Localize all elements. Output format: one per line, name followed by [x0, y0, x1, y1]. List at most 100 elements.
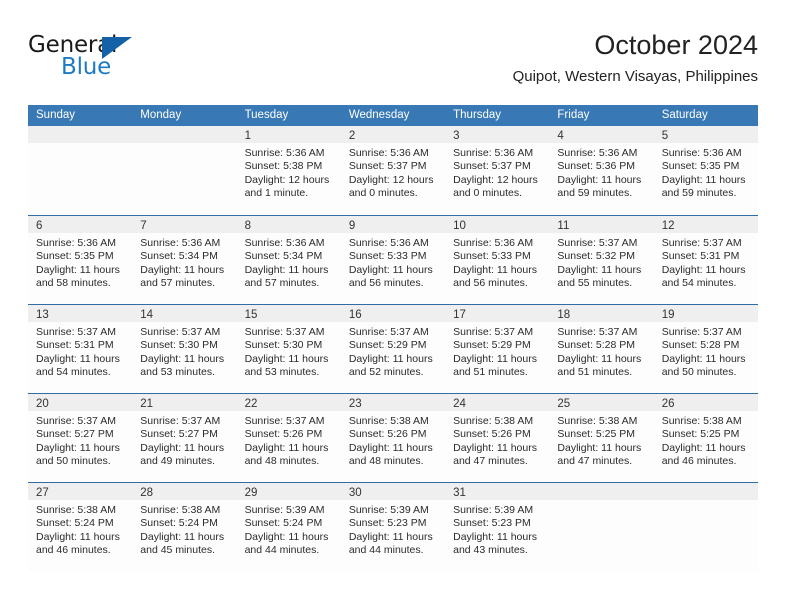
calendar-day-cell[interactable]: 8 Sunrise: 5:36 AM Sunset: 5:34 PM Daylight…	[236, 216, 341, 304]
brand-blue-text: Blue	[61, 54, 112, 80]
calendar-day-cell[interactable]: 29 Sunrise: 5:39 AM Sunset: 5:24 PM Dayligh…	[236, 483, 341, 571]
day-number: 30	[348, 487, 362, 499]
calendar-day-cell[interactable]: 21 Sunrise: 5:37 AM Sunset: 5:27 PM Dayligh…	[132, 394, 237, 482]
calendar-day-cell[interactable]: 18 Sunrise: 5:37 AM Sunset: 5:28 PM Dayligh…	[549, 305, 654, 393]
day-sun-info: Sunrise: 5:37 AM Sunset: 5:28 PM Daylight:…	[549, 322, 653, 380]
calendar-day-cell[interactable]: 30 Sunrise: 5:39 AM Sunset: 5:23 PM Dayligh…	[340, 483, 446, 571]
sunrise-text: Sunrise: 5:37 AM	[348, 326, 429, 338]
sunrise-text: Sunrise: 5:39 AM	[348, 504, 429, 516]
day-number-bar: 9	[340, 216, 446, 233]
calendar-day-cell[interactable]: 28 Sunrise: 5:38 AM Sunset: 5:24 PM Dayligh…	[132, 483, 237, 571]
day-sun-info: Sunrise: 5:38 AM Sunset: 5:25 PM Daylight:…	[654, 411, 758, 469]
sunset-text: Sunset: 5:34 PM	[244, 250, 323, 263]
daylight-text-line2: and 44 minutes.	[244, 544, 320, 557]
calendar-day-cell[interactable]: 22 Sunrise: 5:37 AM Sunset: 5:26 PM Dayligh…	[236, 394, 341, 482]
weekday-header-wednesday: Wednesday	[348, 109, 410, 121]
sunrise-text: Sunrise: 5:36 AM	[244, 147, 325, 159]
daylight-text-line2: and 49 minutes.	[140, 455, 215, 468]
day-number: 17	[453, 309, 466, 321]
day-number-bar: 24	[445, 394, 550, 411]
calendar-day-cell[interactable]: 12 Sunrise: 5:37 AM Sunset: 5:31 PM Dayligh…	[653, 216, 758, 304]
page-header: General Blue October 2024 Quipot, Wester…	[28, 28, 758, 98]
sunset-text: Sunset: 5:27 PM	[140, 428, 218, 441]
calendar-day-cell[interactable]: 19 Sunrise: 5:37 AM Sunset: 5:28 PM Dayligh…	[653, 305, 758, 393]
daylight-text-line1: Daylight: 11 hours	[140, 441, 225, 454]
calendar-day-cell[interactable]: 7 Sunrise: 5:36 AM Sunset: 5:34 PM Daylight…	[132, 216, 237, 304]
day-number-bar: 10	[445, 216, 550, 233]
calendar-day-cell[interactable]: 10 Sunrise: 5:36 AM Sunset: 5:33 PM Dayligh…	[445, 216, 550, 304]
day-number: 16	[348, 309, 362, 321]
sunrise-text: Sunrise: 5:37 AM	[661, 326, 742, 338]
daylight-text-line1: Daylight: 11 hours	[140, 530, 225, 543]
calendar-page: General Blue October 2024 Quipot, Wester…	[0, 0, 792, 612]
daylight-text-line2: and 54 minutes.	[661, 277, 737, 290]
sunrise-text: Sunrise: 5:37 AM	[244, 415, 325, 427]
daylight-text-line2: and 54 minutes.	[36, 366, 111, 379]
day-number-bar: 1	[236, 126, 341, 143]
daylight-text-line2: and 56 minutes.	[453, 277, 528, 290]
day-number: 8	[244, 220, 251, 232]
day-number-bar: 5	[653, 126, 758, 143]
daylight-text-line2: and 59 minutes.	[661, 187, 737, 200]
daylight-text-line1: Daylight: 11 hours	[557, 173, 642, 186]
calendar-day-cell[interactable]: 9 Sunrise: 5:36 AM Sunset: 5:33 PM Daylight…	[340, 216, 446, 304]
daylight-text-line1: Daylight: 11 hours	[661, 352, 746, 365]
day-sun-info: Sunrise: 5:37 AM Sunset: 5:29 PM Daylight:…	[341, 322, 445, 380]
general-blue-logo[interactable]: General Blue	[28, 32, 238, 88]
day-sun-info: Sunrise: 5:36 AM Sunset: 5:37 PM Daylight:…	[445, 143, 549, 201]
daylight-text-line1: Daylight: 11 hours	[244, 530, 329, 543]
day-number-bar: 8	[236, 216, 341, 233]
day-number-bar: 17	[445, 305, 550, 322]
calendar-day-cell[interactable]: 27 Sunrise: 5:38 AM Sunset: 5:24 PM Dayligh…	[28, 483, 133, 571]
day-number-bar: 29	[236, 483, 341, 500]
calendar-grid: Sunday Monday Tuesday Wednesday Thursday…	[28, 105, 758, 571]
day-number-bar: 3	[445, 126, 550, 143]
day-number: 6	[36, 220, 43, 232]
calendar-day-cell[interactable]: 26 Sunrise: 5:38 AM Sunset: 5:25 PM Dayligh…	[653, 394, 758, 482]
day-sun-info: Sunrise: 5:37 AM Sunset: 5:30 PM Daylight:…	[132, 322, 236, 380]
calendar-day-cell[interactable]: 15 Sunrise: 5:37 AM Sunset: 5:30 PM Dayligh…	[236, 305, 341, 393]
calendar-day-cell[interactable]: 11 Sunrise: 5:37 AM Sunset: 5:32 PM Dayligh…	[549, 216, 654, 304]
calendar-day-cell[interactable]: 2 Sunrise: 5:36 AM Sunset: 5:37 PM Daylight…	[340, 126, 446, 215]
calendar-day-cell[interactable]: 6 Sunrise: 5:36 AM Sunset: 5:35 PM Daylight…	[28, 216, 133, 304]
day-sun-info: Sunrise: 5:36 AM Sunset: 5:33 PM Daylight:…	[341, 233, 445, 291]
calendar-day-cell[interactable]: 4 Sunrise: 5:36 AM Sunset: 5:36 PM Daylight…	[549, 126, 654, 215]
calendar-day-cell[interactable]: 14 Sunrise: 5:37 AM Sunset: 5:30 PM Dayligh…	[132, 305, 237, 393]
calendar-day-cell-empty	[132, 126, 237, 215]
calendar-day-cell[interactable]: 1 Sunrise: 5:36 AM Sunset: 5:38 PM Daylight…	[236, 126, 341, 215]
day-sun-info: Sunrise: 5:36 AM Sunset: 5:34 PM Daylight:…	[132, 233, 236, 291]
calendar-day-cell[interactable]: 3 Sunrise: 5:36 AM Sunset: 5:37 PM Daylight…	[445, 126, 550, 215]
sunrise-text: Sunrise: 5:37 AM	[140, 326, 221, 338]
calendar-day-cell-empty	[549, 483, 654, 571]
day-sun-info: Sunrise: 5:36 AM Sunset: 5:37 PM Daylight:…	[341, 143, 445, 201]
sunset-text: Sunset: 5:31 PM	[661, 250, 740, 263]
calendar-day-cell[interactable]: 20 Sunrise: 5:37 AM Sunset: 5:27 PM Dayligh…	[28, 394, 133, 482]
calendar-day-cell[interactable]: 16 Sunrise: 5:37 AM Sunset: 5:29 PM Dayligh…	[340, 305, 446, 393]
day-sun-info: Sunrise: 5:36 AM Sunset: 5:35 PM Daylight:…	[28, 233, 132, 291]
day-sun-info: Sunrise: 5:38 AM Sunset: 5:25 PM Daylight:…	[549, 411, 653, 469]
calendar-day-cell[interactable]: 25 Sunrise: 5:38 AM Sunset: 5:25 PM Dayligh…	[549, 394, 654, 482]
daylight-text-line2: and 55 minutes.	[557, 277, 633, 290]
calendar-day-cell[interactable]: 31 Sunrise: 5:39 AM Sunset: 5:23 PM Dayligh…	[445, 483, 550, 571]
day-number-bar: 7	[132, 216, 237, 233]
daylight-text-line1: Daylight: 11 hours	[244, 441, 329, 454]
day-sun-info: Sunrise: 5:36 AM Sunset: 5:33 PM Daylight:…	[445, 233, 549, 291]
daylight-text-line1: Daylight: 11 hours	[661, 263, 746, 276]
sunrise-text: Sunrise: 5:37 AM	[140, 415, 221, 427]
daylight-text-line1: Daylight: 11 hours	[348, 263, 433, 276]
sunrise-text: Sunrise: 5:36 AM	[453, 147, 534, 159]
day-sun-info: Sunrise: 5:38 AM Sunset: 5:24 PM Daylight:…	[132, 500, 236, 558]
calendar-day-cell[interactable]: 13 Sunrise: 5:37 AM Sunset: 5:31 PM Dayligh…	[28, 305, 133, 393]
day-number: 24	[453, 398, 466, 410]
day-number-bar	[132, 126, 237, 143]
sunset-text: Sunset: 5:24 PM	[36, 517, 114, 530]
title-block: October 2024 Quipot, Western Visayas, Ph…	[513, 28, 758, 88]
calendar-day-cell[interactable]: 24 Sunrise: 5:38 AM Sunset: 5:26 PM Dayligh…	[445, 394, 550, 482]
day-number-bar	[549, 483, 654, 500]
calendar-day-cell[interactable]: 5 Sunrise: 5:36 AM Sunset: 5:35 PM Daylight…	[653, 126, 758, 215]
calendar-week-row: 6 Sunrise: 5:36 AM Sunset: 5:35 PM Daylight…	[28, 215, 758, 304]
calendar-day-cell[interactable]: 17 Sunrise: 5:37 AM Sunset: 5:29 PM Dayligh…	[445, 305, 550, 393]
daylight-text-line2: and 46 minutes.	[36, 544, 111, 557]
calendar-day-cell[interactable]: 23 Sunrise: 5:38 AM Sunset: 5:26 PM Dayligh…	[340, 394, 446, 482]
day-number: 11	[557, 220, 570, 232]
